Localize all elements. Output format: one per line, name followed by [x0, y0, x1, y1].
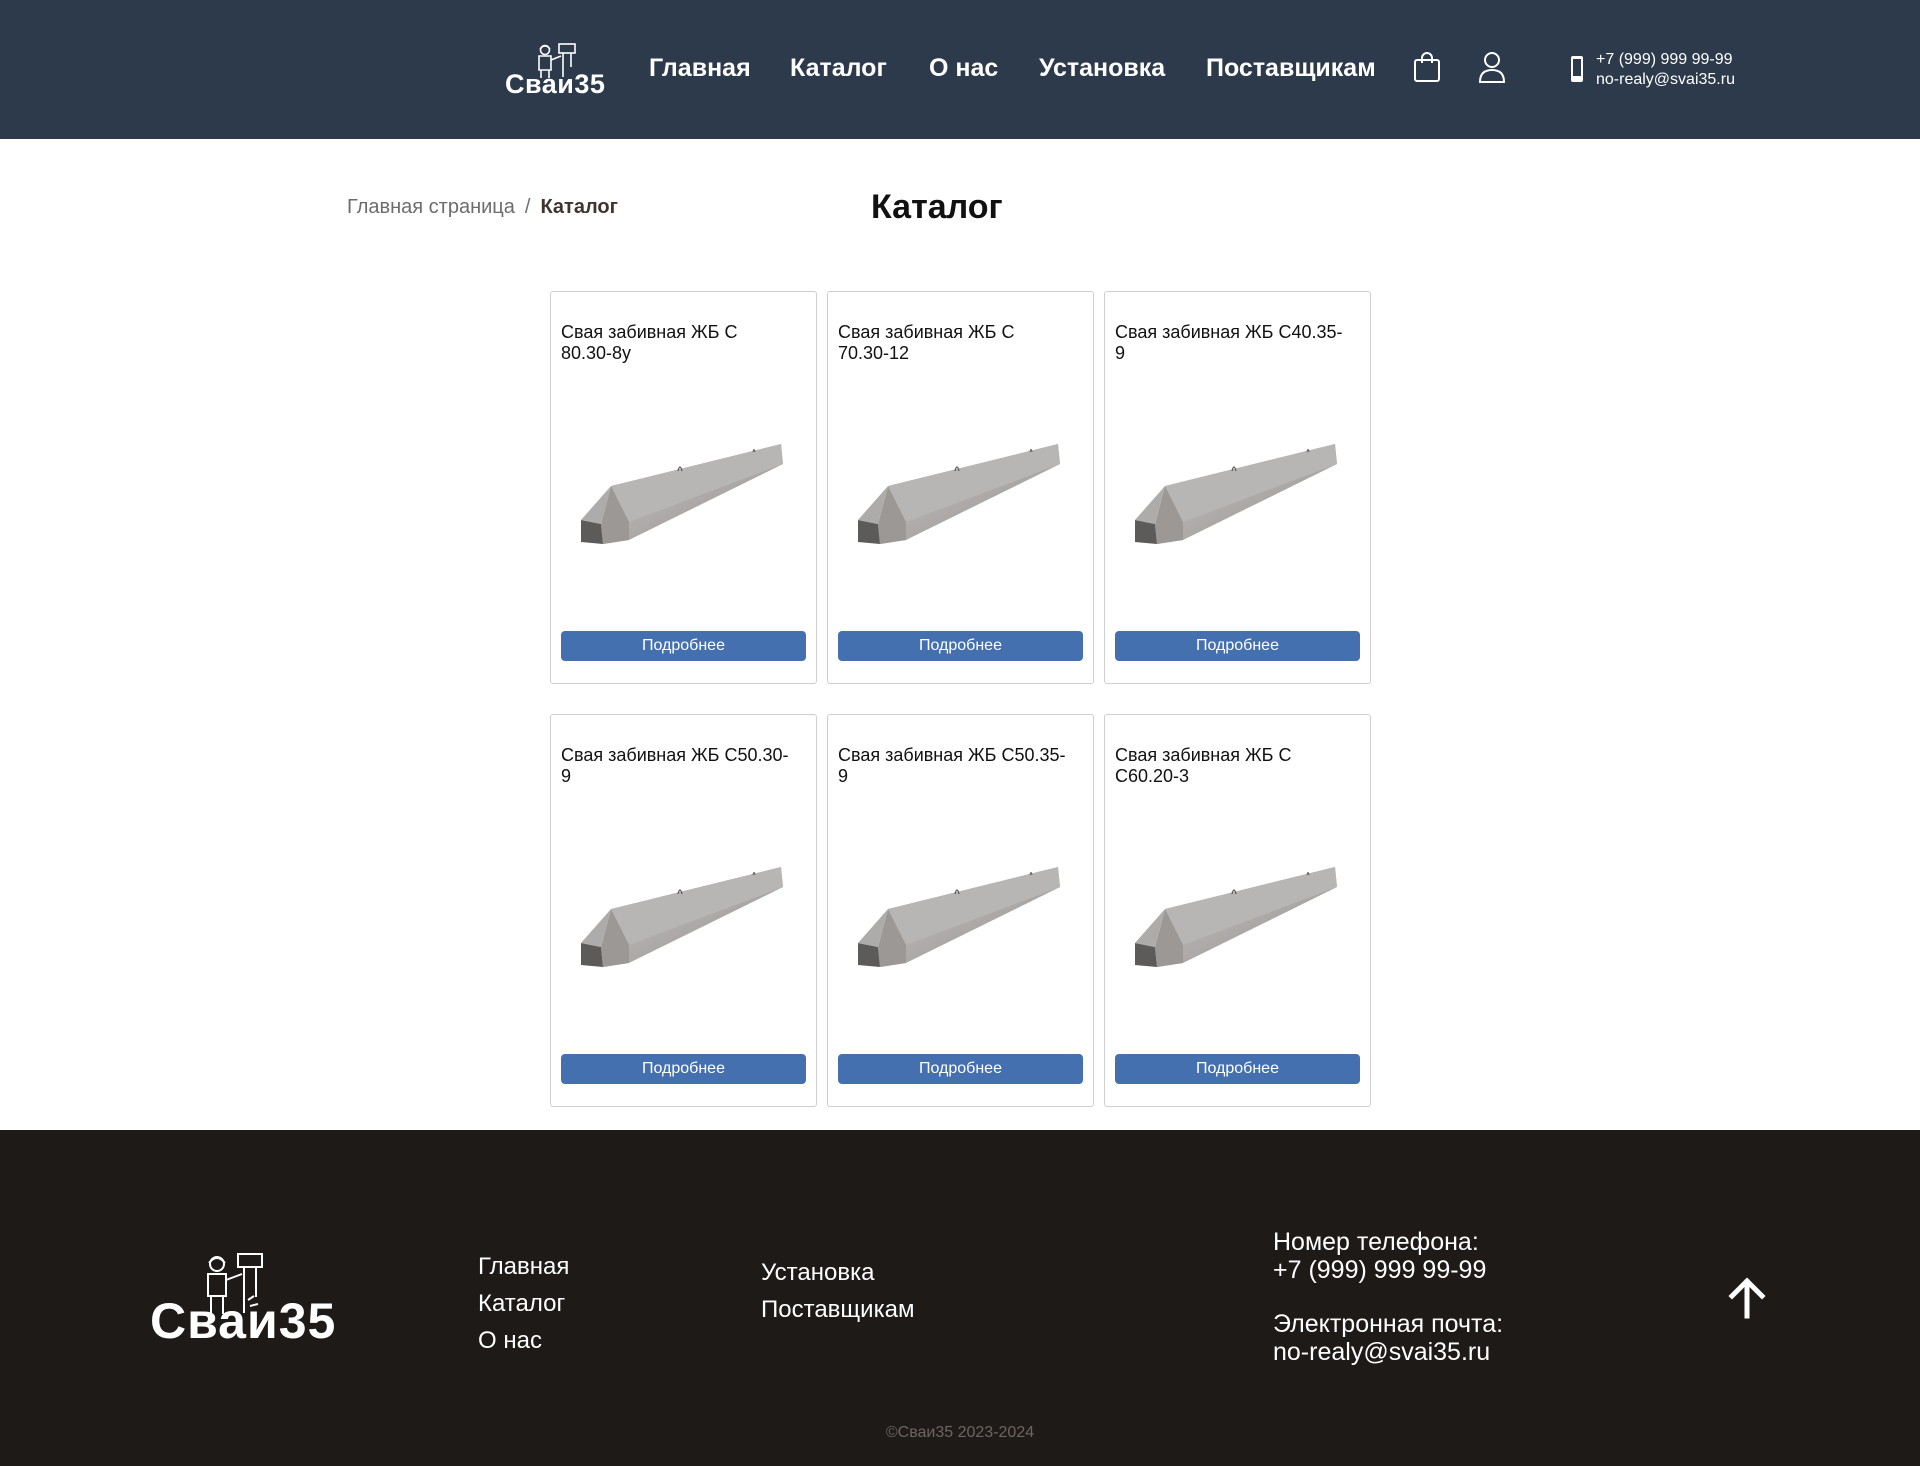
product-name: Свая забивная ЖБ С50.30-9	[561, 745, 789, 786]
product-card: Свая забивная ЖБ С50.30-9 Подробнее	[550, 714, 817, 1107]
details-button[interactable]: Подробнее	[1115, 1054, 1360, 1084]
product-card: Свая забивная ЖБ С40.35-9 Подробнее	[1104, 291, 1371, 684]
details-button[interactable]: Подробнее	[561, 1054, 806, 1084]
nav-home[interactable]: Главная	[649, 54, 751, 83]
nav-suppliers[interactable]: Поставщикам	[1206, 54, 1376, 83]
site-logo[interactable]: Сваи35	[505, 42, 609, 100]
pile-image	[858, 867, 1060, 967]
product-name: Свая забивная ЖБ С40.35-9	[1115, 322, 1343, 363]
footer-nav-home[interactable]: Главная	[478, 1248, 569, 1285]
breadcrumb-home[interactable]: Главная страница	[347, 196, 515, 218]
details-button[interactable]: Подробнее	[838, 631, 1083, 661]
pile-image	[1135, 867, 1337, 967]
footer-logo-text: Сваи35	[150, 1293, 337, 1349]
product-card: Свая забивная ЖБ С50.35-9 Подробнее	[827, 714, 1094, 1107]
nav-installation[interactable]: Установка	[1039, 54, 1165, 83]
nav-catalog[interactable]: Каталог	[790, 54, 887, 83]
header-email[interactable]: no-realy@svai35.ru	[1596, 70, 1735, 90]
product-name: Свая забивная ЖБ С50.35-9	[838, 745, 1066, 786]
breadcrumb-separator: /	[524, 196, 531, 218]
product-card: Свая забивная ЖБ С С60.20-3 Подробнее	[1104, 714, 1371, 1107]
footer-nav-suppliers[interactable]: Поставщикам	[761, 1291, 914, 1328]
user-icon[interactable]	[1476, 50, 1508, 84]
breadcrumb-current: Каталог	[540, 196, 618, 218]
pile-image	[581, 444, 783, 544]
footer-nav-secondary: Установка Поставщикам	[761, 1254, 914, 1328]
pile-image	[581, 867, 783, 967]
site-header: Сваи35 Главная Каталог О нас Установка П…	[0, 0, 1920, 139]
arrow-up-icon[interactable]	[1725, 1276, 1769, 1320]
details-button[interactable]: Подробнее	[1115, 631, 1360, 661]
footer-email-label: Электронная почта:	[1273, 1310, 1504, 1338]
product-name: Свая забивная ЖБ С С60.20-3	[1115, 745, 1292, 786]
breadcrumb: Главная страница / Каталог	[347, 196, 618, 219]
details-button[interactable]: Подробнее	[561, 631, 806, 661]
footer-phone[interactable]: +7 (999) 999 99-99	[1273, 1256, 1503, 1284]
site-footer: Сваи35 Главная Каталог О нас Установка П…	[0, 1130, 1920, 1466]
product-card: Свая забивная ЖБ С 70.30-12 Подробнее	[827, 291, 1094, 684]
cart-icon[interactable]	[1411, 50, 1443, 84]
nav-about[interactable]: О нас	[929, 54, 998, 83]
footer-logo[interactable]: Сваи35	[150, 1252, 340, 1352]
product-name: Свая забивная ЖБ С 80.30-8у	[561, 322, 738, 363]
footer-nav-primary: Главная Каталог О нас	[478, 1248, 569, 1359]
logo-text: Сваи35	[505, 69, 606, 99]
details-button[interactable]: Подробнее	[838, 1054, 1083, 1084]
product-card: Свая забивная ЖБ С 80.30-8у Подробнее	[550, 291, 817, 684]
footer-contacts: Номер телефона: +7 (999) 999 99-99 Элект…	[1273, 1228, 1503, 1366]
footer-nav-about[interactable]: О нас	[478, 1322, 569, 1359]
footer-email[interactable]: no-realy@svai35.ru	[1273, 1338, 1503, 1366]
footer-phone-label: Номер телефона:	[1273, 1228, 1479, 1256]
pile-image	[1135, 444, 1337, 544]
footer-nav-installation[interactable]: Установка	[761, 1254, 914, 1291]
footer-nav-catalog[interactable]: Каталог	[478, 1285, 569, 1322]
phone-icon	[1571, 56, 1583, 82]
page-title: Каталог	[871, 188, 1003, 226]
header-phone[interactable]: +7 (999) 999 99-99	[1596, 50, 1735, 70]
product-name: Свая забивная ЖБ С 70.30-12	[838, 322, 1015, 363]
copyright: ©Сваи35 2023-2024	[885, 1424, 1035, 1441]
pile-image	[858, 444, 1060, 544]
